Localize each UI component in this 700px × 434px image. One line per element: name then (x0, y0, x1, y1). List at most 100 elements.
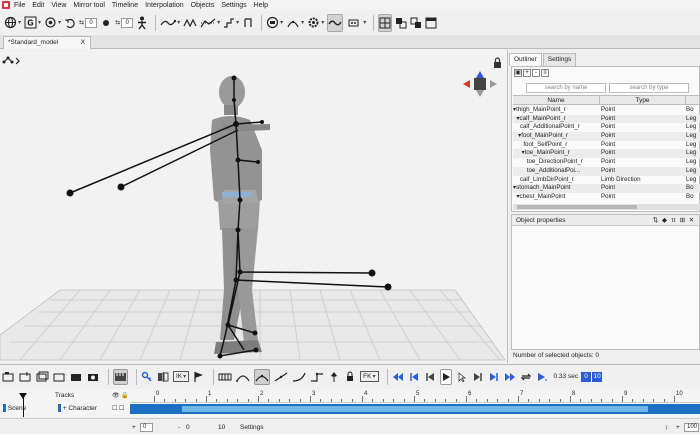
end-frame-value[interactable]: 10 (218, 424, 225, 431)
go-end-button[interactable] (488, 369, 500, 385)
field-b-input[interactable]: 0 (121, 17, 134, 28)
menu-settings[interactable]: Settings (221, 2, 246, 9)
column-extra[interactable] (686, 96, 700, 104)
outliner-row[interactable]: foot_SelfPoint_r Point Leg (513, 141, 700, 150)
graph-mode-button[interactable]: ▾ (200, 14, 220, 32)
plus-icon[interactable]: + (132, 424, 136, 431)
pi-icon[interactable]: π (669, 216, 678, 225)
remove-button[interactable]: - (532, 69, 540, 77)
layout-b-button[interactable] (410, 14, 422, 32)
filmstrip-button[interactable] (218, 369, 232, 385)
menu-objects[interactable]: Objects (191, 2, 215, 9)
search-by-name-input[interactable]: search by name (526, 83, 606, 93)
tab-close-button[interactable]: X (81, 37, 85, 49)
zoom-plus-icon[interactable]: + (676, 424, 680, 431)
layer-add-button[interactable] (19, 369, 32, 385)
lock-button[interactable] (344, 369, 356, 385)
play-button[interactable] (439, 368, 452, 385)
animation-clip[interactable] (182, 406, 648, 412)
gizmo-mode-button[interactable]: ▾ (4, 14, 21, 32)
next-frame-button[interactable] (472, 369, 484, 385)
column-type[interactable]: Type (600, 96, 686, 104)
outliner-row[interactable]: toe_AdditionalPoi... Point Leg (513, 166, 700, 176)
zoom-out-icon[interactable]: ↕ (665, 424, 668, 431)
outliner-row[interactable]: ▾chest_MainPoint Point Bo (513, 193, 700, 202)
smooth-button[interactable] (327, 13, 344, 32)
field-a-input[interactable]: 0 (85, 17, 98, 28)
expand-icon[interactable]: ▣ (514, 69, 522, 77)
playhead-handle[interactable] (19, 393, 27, 399)
outliner-row[interactable]: calf_AdditionalPoint_r Point Leg (513, 123, 700, 132)
zoom-input[interactable]: 100 (684, 423, 699, 432)
menu-timeline[interactable]: Timeline (112, 2, 138, 9)
outliner-row[interactable]: calf_LimbDirPoint_r Limb Direction Leg (513, 176, 700, 185)
lock-icon[interactable]: 🔒 (121, 393, 128, 399)
layer-duplicate-button[interactable] (36, 369, 49, 385)
fast-forward-button[interactable] (504, 369, 516, 385)
layout-c-button[interactable] (425, 14, 437, 32)
character-button[interactable] (136, 14, 148, 32)
track-character[interactable]: + Character (58, 404, 97, 414)
column-name[interactable]: Name (513, 96, 600, 104)
curve-button[interactable]: ▾ (160, 14, 180, 32)
restore-button[interactable] (64, 14, 76, 32)
layer-solid-button[interactable] (70, 369, 83, 385)
viewport-menu-button[interactable] (2, 55, 22, 67)
menu-view[interactable]: View (51, 2, 66, 9)
close-icon[interactable]: ✕ (687, 216, 696, 225)
bracket-button[interactable] (242, 14, 254, 32)
outliner-row[interactable]: ▾thigh_MainPoint_r Point Bo (513, 106, 700, 115)
step-button[interactable]: ▾ (223, 14, 239, 32)
tab-standard-model[interactable]: *Standard_model X (3, 36, 91, 49)
robot-button[interactable]: ▾ (346, 14, 366, 32)
point-mode-button[interactable] (100, 14, 112, 32)
menu-file[interactable]: File (14, 2, 25, 9)
layer-remove-button[interactable] (53, 369, 66, 385)
add-button[interactable]: + (523, 69, 531, 77)
start-frame-input[interactable]: 0 (140, 423, 153, 432)
outliner-row[interactable]: toe_DirectionPoint_r Point Leg (513, 158, 700, 167)
timeline-settings-button[interactable]: Settings (240, 424, 264, 431)
list-button[interactable]: ≡ (541, 69, 549, 77)
global-space-button[interactable]: G ▾ (24, 14, 41, 32)
minus-icon[interactable]: - (178, 424, 180, 431)
curve-ease-button[interactable] (236, 369, 250, 385)
fk-button[interactable]: FK ▾ (360, 371, 379, 382)
arc-button[interactable]: ▾ (286, 14, 304, 32)
mirror-button[interactable] (157, 369, 169, 385)
menu-interpolation[interactable]: Interpolation (145, 2, 184, 9)
curve-step-button[interactable] (310, 369, 324, 385)
menu-help[interactable]: Help (254, 2, 268, 9)
track-checkboxes[interactable]: ☐ ☐ (112, 405, 124, 412)
layout-a-button[interactable] (395, 14, 407, 32)
tab-settings[interactable]: Settings (542, 53, 577, 66)
outliner-row[interactable]: ▾stomach_MainPoint Point Bo (513, 184, 700, 193)
outliner-row[interactable]: ▾calf_MainPoint_r Point Leg (513, 114, 700, 124)
go-start-button[interactable] (408, 369, 420, 385)
zigzag-button[interactable] (183, 14, 197, 32)
camera-snapshot-button[interactable] (87, 369, 100, 385)
sort-icon[interactable]: ⇅ (651, 216, 660, 225)
grid-toggle-button[interactable] (378, 13, 393, 32)
curve-smooth-button[interactable] (254, 368, 271, 385)
current-frame-value[interactable]: 0 (186, 424, 190, 431)
menu-mirror-tool[interactable]: Mirror tool (73, 2, 105, 9)
orientation-gizmo[interactable] (463, 71, 497, 97)
scrollbar-thumb[interactable] (517, 205, 637, 209)
lock-icon[interactable] (494, 57, 501, 68)
play-speed-button[interactable] (536, 369, 548, 385)
outliner-row[interactable]: ▾foot_MainPoint_r Point Leg (513, 132, 700, 141)
key-button[interactable] (141, 369, 153, 385)
settings-gear-button[interactable]: ▾ (307, 14, 324, 32)
expand-track-icon[interactable]: + (63, 405, 67, 412)
outliner-row[interactable]: ▾toe_MainPoint_r Point Leg (513, 149, 700, 159)
pin-button[interactable] (328, 369, 340, 385)
tab-outliner[interactable]: Outliner (509, 53, 542, 66)
timeline-ruler[interactable]: 0 1 2 3 4 5 6 7 8 9 10 (130, 389, 700, 403)
prev-frame-button[interactable] (424, 369, 436, 385)
horizontal-scrollbar[interactable] (513, 204, 700, 210)
key-icon[interactable]: ◆ (660, 216, 669, 225)
frame-start-field[interactable]: 0 (581, 371, 592, 382)
ik-button[interactable]: IK ▾ (173, 371, 190, 382)
eye-icon[interactable]: 👁 (112, 393, 120, 399)
